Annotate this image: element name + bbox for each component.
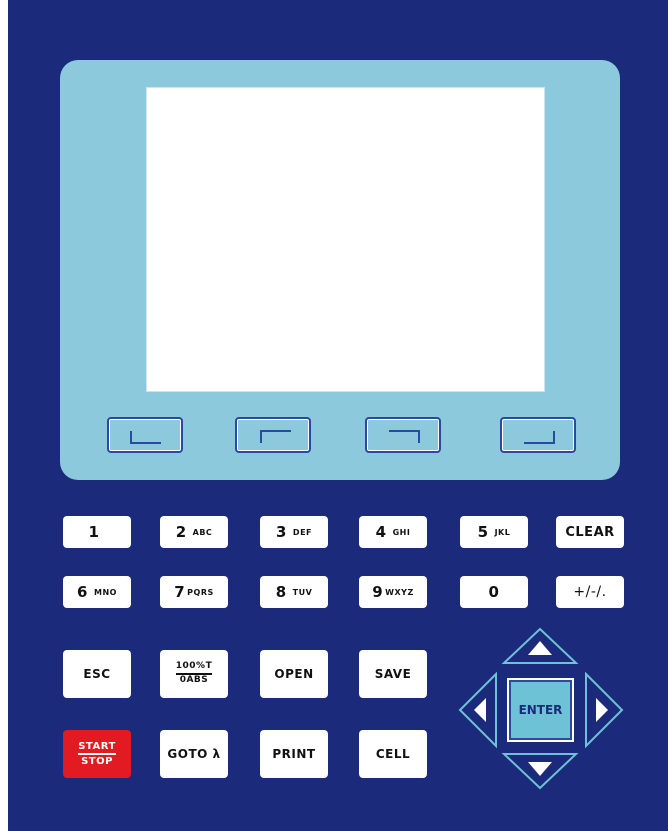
goto-label: GOTO λ bbox=[167, 747, 221, 761]
open-button[interactable]: OPEN bbox=[260, 650, 328, 698]
corner-bottom-right-icon bbox=[524, 431, 555, 444]
save-label: SAVE bbox=[374, 667, 412, 681]
arrow-right-button[interactable] bbox=[580, 670, 626, 750]
key-digit: 8 bbox=[275, 583, 287, 601]
cell-button[interactable]: CELL bbox=[359, 730, 427, 778]
key-letters: DEF bbox=[292, 527, 312, 537]
arrow-left-button[interactable] bbox=[456, 670, 502, 750]
print-button[interactable]: PRINT bbox=[260, 730, 328, 778]
corner-top-right-icon bbox=[389, 430, 420, 443]
key-digit: 7 bbox=[174, 583, 186, 601]
key-7[interactable]: 7 PQRS bbox=[160, 576, 228, 608]
key-3[interactable]: 3 DEF bbox=[260, 516, 328, 548]
key-letters: JKL bbox=[494, 527, 511, 537]
key-letters: TUV bbox=[292, 587, 313, 597]
key-digit: 1 bbox=[88, 523, 100, 541]
arrow-down-button[interactable] bbox=[500, 748, 580, 792]
enter-label: ENTER bbox=[518, 703, 563, 717]
key-letters: GHI bbox=[392, 527, 411, 537]
esc-label: ESC bbox=[83, 667, 111, 681]
key-letters: ABC bbox=[192, 527, 213, 537]
print-label: PRINT bbox=[272, 747, 316, 761]
arrow-up-button[interactable] bbox=[500, 625, 580, 669]
softkey-3[interactable] bbox=[365, 417, 441, 453]
key-digit: 4 bbox=[375, 523, 387, 541]
enter-button[interactable]: ENTER bbox=[509, 680, 572, 740]
key-letters: PQRS bbox=[187, 587, 214, 597]
clear-label: CLEAR bbox=[565, 524, 615, 540]
key-letters: WXYZ bbox=[385, 587, 414, 597]
key-0[interactable]: 0 bbox=[460, 576, 528, 608]
save-button[interactable]: SAVE bbox=[359, 650, 427, 698]
key-6[interactable]: 6 MNO bbox=[63, 576, 131, 608]
sign-decimal-button[interactable]: +/-/. bbox=[556, 576, 624, 608]
key-digit: 6 bbox=[77, 583, 88, 601]
start-stop-button[interactable]: START STOP bbox=[63, 730, 131, 778]
mode-bottom-label: 0ABS bbox=[179, 675, 209, 685]
key-1[interactable]: 1 bbox=[63, 516, 131, 548]
goto-wavelength-button[interactable]: GOTO λ bbox=[160, 730, 228, 778]
softkey-1[interactable] bbox=[107, 417, 183, 453]
key-8[interactable]: 8 TUV bbox=[260, 576, 328, 608]
key-2[interactable]: 2 ABC bbox=[160, 516, 228, 548]
key-letters: MNO bbox=[93, 587, 117, 597]
stop-label: STOP bbox=[81, 756, 113, 767]
corner-bottom-left-icon bbox=[130, 431, 161, 444]
cell-label: CELL bbox=[375, 747, 411, 761]
start-label: START bbox=[78, 741, 116, 755]
mode-top-label: 100%T bbox=[175, 661, 213, 675]
key-9[interactable]: 9 WXYZ bbox=[359, 576, 427, 608]
clear-button[interactable]: CLEAR bbox=[556, 516, 624, 548]
key-digit: 9 bbox=[372, 583, 384, 601]
key-4[interactable]: 4 GHI bbox=[359, 516, 427, 548]
sign-decimal-label: +/-/. bbox=[573, 584, 607, 600]
corner-top-left-icon bbox=[260, 430, 291, 443]
softkey-4[interactable] bbox=[500, 417, 576, 453]
esc-button[interactable]: ESC bbox=[63, 650, 131, 698]
key-digit: 2 bbox=[175, 523, 187, 541]
display-screen bbox=[146, 87, 545, 392]
key-5[interactable]: 5 JKL bbox=[460, 516, 528, 548]
key-digit: 0 bbox=[488, 583, 500, 601]
key-digit: 3 bbox=[275, 523, 287, 541]
softkey-2[interactable] bbox=[235, 417, 311, 453]
mode-toggle-button[interactable]: 100%T 0ABS bbox=[160, 650, 228, 698]
open-label: OPEN bbox=[274, 667, 314, 681]
key-digit: 5 bbox=[477, 523, 489, 541]
